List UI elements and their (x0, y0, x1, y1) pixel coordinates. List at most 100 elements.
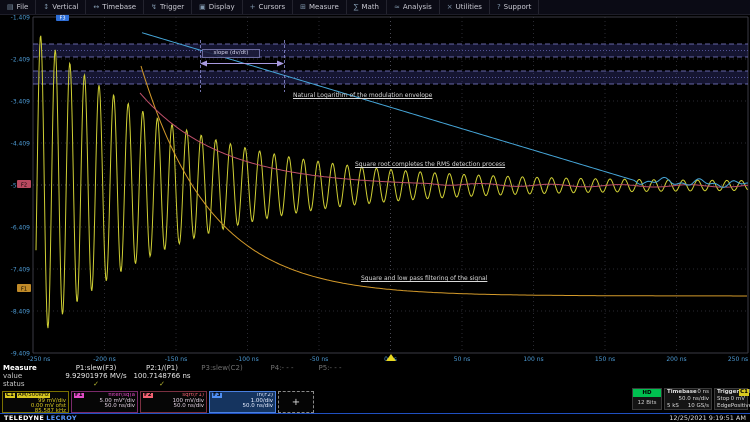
timebase-samples: 5 kS (667, 403, 679, 410)
menu-label: Timebase (102, 3, 136, 11)
timebase-rate: 10 GS/s (688, 403, 709, 410)
param-4-label[interactable]: P4:- - - (270, 365, 293, 372)
support-icon: ? (497, 3, 501, 11)
arrow-right-icon (277, 61, 284, 67)
menu-label: File (17, 3, 29, 11)
menu-label: Measure (309, 3, 339, 11)
menu-label: Utilities (456, 3, 482, 11)
descriptor-f1[interactable]: F1filter(sq(a5.00 mV²/div50.0 ns/div (71, 391, 138, 413)
menu-bar: ▤File↕Vertical↔Timebase↯Trigger▣Display+… (0, 0, 750, 15)
svg-text:-7.409: -7.409 (11, 267, 31, 274)
menu-label: Display (209, 3, 235, 11)
menu-cursors[interactable]: +Cursors (243, 0, 294, 14)
reference-bands (33, 44, 748, 84)
menu-timebase[interactable]: ↔Timebase (86, 0, 144, 14)
measure-icon: ⊞ (300, 3, 306, 11)
timebase-label: Timebase (667, 389, 697, 396)
trace-f2 (140, 93, 748, 187)
descriptor-line-3: 85.587 kHz (5, 409, 66, 414)
menu-vertical[interactable]: ↕Vertical (36, 0, 86, 14)
annotation-square-root: Square root completes the RMS detection … (355, 161, 505, 168)
descriptor-id: F3 (212, 393, 222, 398)
trigger-source-badge: C1 (739, 389, 749, 396)
cursors-icon: + (250, 3, 256, 11)
descriptor-f3[interactable]: F3ln(F2)1.00/div50.0 ns/div (209, 391, 276, 413)
oscilloscope-app: ▤File↕Vertical↔Timebase↯Trigger▣Display+… (0, 0, 750, 422)
trigger-box[interactable]: Trigger C1 DC Stop 0 mV Edge Positive (714, 388, 748, 410)
descriptor-line-2: 50.0 ns/div (74, 404, 135, 409)
svg-text:-3.409: -3.409 (11, 99, 31, 106)
svg-text:-8.409: -8.409 (11, 309, 31, 316)
add-trace-button[interactable]: + (278, 391, 314, 413)
menu-math[interactable]: ∑Math (347, 0, 387, 14)
f2-level-tab[interactable]: F2 (17, 180, 31, 189)
status-bar: TELEDYNE LECROY 12/25/2021 9:19:51 AM (0, 413, 750, 422)
descriptor-line-2: 50.0 ns/div (143, 404, 204, 409)
timebase-scale: 50.0 ns/div (679, 396, 709, 403)
menu-label: Cursors (258, 3, 285, 11)
menu-label: Vertical (52, 3, 78, 11)
annotation-low-pass: Square and low pass filtering of the sig… (361, 275, 487, 282)
slope-measurement-label: slope (dv/dt) (202, 49, 260, 58)
measure-row-status: status (3, 381, 25, 388)
hd-bits: 12 Bits (633, 397, 661, 409)
timebase-icon: ↔ (93, 3, 99, 11)
trigger-slope: Positive (731, 403, 750, 410)
svg-text:-4.409: -4.409 (11, 141, 31, 148)
menu-label: Trigger (160, 3, 184, 11)
menu-trigger[interactable]: ↯Trigger (144, 0, 192, 14)
menu-analysis[interactable]: ≈Analysis (387, 0, 440, 14)
menu-measure[interactable]: ⊞Measure (293, 0, 347, 14)
trigger-icon: ↯ (151, 3, 157, 11)
trigger-label: Trigger (717, 389, 739, 396)
param-3-label[interactable]: P3:slew(C2) (201, 365, 242, 372)
trace-f1 (141, 66, 747, 296)
menu-file[interactable]: ▤File (0, 0, 36, 14)
param-1-label[interactable]: P1:slew(F3) (76, 365, 117, 372)
arrow-left-icon (200, 61, 207, 67)
trigger-mode: Stop (717, 396, 730, 403)
trigger-type: Edge (717, 403, 731, 410)
descriptor-f2[interactable]: F2sqrt(F1)100 mV/div50.0 ns/div (140, 391, 207, 413)
svg-text:-9.409: -9.409 (11, 351, 31, 358)
svg-text:-2.409: -2.409 (11, 57, 31, 64)
param-5-label[interactable]: P5:- - - (318, 365, 341, 372)
trigger-level: 0 mV (731, 396, 745, 403)
descriptor-id: F2 (143, 393, 153, 398)
file-icon: ▤ (7, 3, 14, 11)
menu-support[interactable]: ?Support (490, 0, 539, 14)
param-2-value: 100.7148766 ns (133, 373, 190, 380)
timebase-delay: 0 ns (697, 389, 709, 396)
svg-text:-1.409: -1.409 (11, 15, 31, 22)
timebase-box[interactable]: Timebase 0 ns 50.0 ns/div 5 kS 10 GS/s (664, 388, 712, 410)
menu-utilities[interactable]: ×Utilities (440, 0, 490, 14)
svg-text:F2: F2 (21, 183, 27, 189)
param-1-value: 9.92901976 MV/s (65, 373, 126, 380)
param-2-label[interactable]: P2:1/(P1) (146, 365, 178, 372)
vertical-icon: ↕ (43, 3, 49, 11)
math-icon: ∑ (354, 3, 359, 11)
menu-label: Math (361, 3, 379, 11)
utilities-icon: × (447, 3, 453, 11)
waveform-svg: -250 ns-200 ns-150 ns-100 ns-50 ns0 ns50… (0, 0, 750, 362)
graticule (33, 17, 748, 353)
menu-label: Analysis (403, 3, 432, 11)
descriptor-c1[interactable]: C1AM/500kHz99 mV/div0.00 mV ofst85.587 k… (2, 391, 69, 413)
menu-display[interactable]: ▣Display (192, 0, 242, 14)
trace-descriptors: C1AM/500kHz99 mV/div0.00 mV ofst85.587 k… (2, 391, 314, 413)
descriptor-line-2: 50.0 ns/div (212, 404, 273, 409)
f3-level-tab[interactable]: F3 (56, 14, 69, 22)
descriptor-id: F1 (74, 393, 84, 398)
hd-label: HD (633, 389, 661, 397)
waveform-display: -250 ns-200 ns-150 ns-100 ns-50 ns0 ns50… (0, 0, 750, 362)
descriptor-id: C1 (5, 393, 15, 398)
clock: 12/25/2021 9:19:51 AM (669, 414, 746, 422)
teledyne-lecroy-logo: TELEDYNE LECROY (4, 414, 77, 422)
f1-level-tab[interactable]: F1 (17, 284, 31, 293)
svg-text:F3: F3 (59, 16, 65, 22)
hd-resolution-box[interactable]: HD 12 Bits (632, 388, 662, 410)
param-1-status-icon: ✓ (93, 381, 99, 388)
measure-row-value: value (3, 373, 22, 380)
display-icon: ▣ (199, 3, 206, 11)
annotation-natural-log: Natural Logarithm of the modulation enve… (293, 92, 432, 99)
